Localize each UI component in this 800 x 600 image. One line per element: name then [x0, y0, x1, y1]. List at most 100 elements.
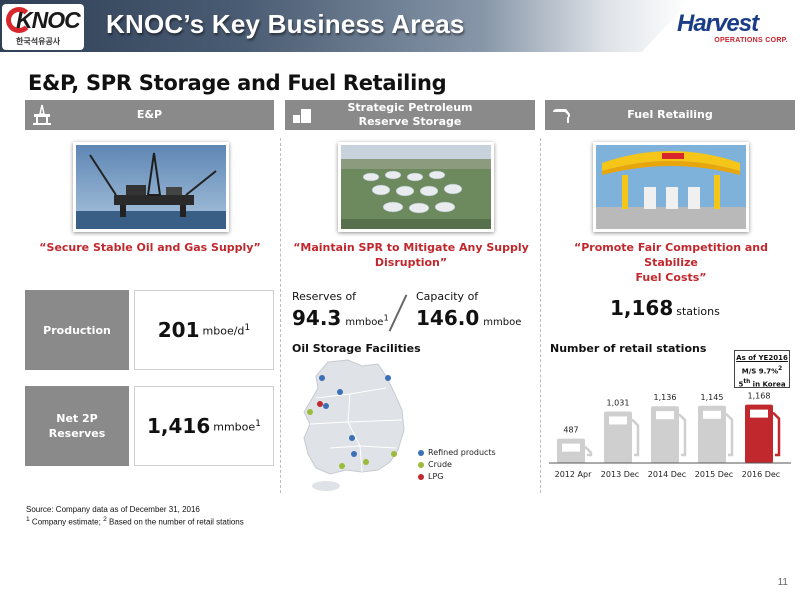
spr-capacity-label: Capacity of: [416, 290, 479, 303]
spr-reserves-unit-text: mmboe: [345, 317, 384, 328]
banner-spr: Strategic Petroleum Reserve Storage: [285, 100, 535, 130]
legend-dot-crude: [418, 461, 424, 468]
site-refined: [385, 375, 391, 381]
chart-category-label: 2015 Dec: [695, 470, 733, 479]
banner-fuel-label: Fuel Retailing: [627, 108, 713, 121]
chart-bar-pump-hose: [631, 418, 640, 457]
chart-value-label: 1,168: [748, 392, 771, 401]
ep-quote: “Secure Stable Oil and Gas Supply”: [39, 241, 261, 254]
reserves-footnote-mark: 1: [255, 418, 261, 430]
spr-quote-line2: Disruption”: [374, 256, 448, 269]
retail-stations-chart: 487 2012 Apr 1,031 2013 Dec 1,136 2014 Dec 1,1…: [549, 392, 791, 479]
chart-bar-pump-hose: [772, 411, 781, 457]
chart-value-label: 1,136: [654, 393, 677, 402]
reserves-value: 1,416: [146, 414, 211, 438]
chart-category-label: 2014 Dec: [648, 470, 686, 479]
footnote-source: Source: Company data as of December 31, …: [26, 505, 200, 514]
legend-lpg-label: LPG: [428, 472, 444, 481]
ms-as-of: As of YE2016: [736, 354, 788, 362]
page-title: KNOC’s Key Business Areas: [106, 9, 465, 39]
legend-refined: Refined products: [418, 448, 496, 457]
column-divider: [280, 138, 281, 493]
column-divider: [540, 138, 541, 493]
spr-reserves-value: 94.3: [292, 306, 342, 330]
ms-share: M/S 9.7%2: [735, 364, 789, 377]
legend-lpg: LPG: [418, 472, 443, 481]
footnote-2-text: Based on the number of retail stations: [106, 517, 244, 527]
reserves-label-line1: Net 2P: [56, 412, 98, 425]
legend-refined-label: Refined products: [428, 448, 496, 457]
reserves-unit: mmboe1: [213, 418, 261, 434]
banner-ep: E&P: [25, 100, 274, 130]
retail-stations-chart-title: Number of retail stations: [550, 342, 707, 355]
knoc-logo-text: KNOC: [16, 7, 81, 33]
chart-bar-pump-hose: [725, 412, 734, 457]
chart-value-label: 487: [563, 426, 578, 435]
spr-quote: “Maintain SPR to Mitigate Any Supply Dis…: [286, 240, 536, 270]
chart-value-label: 1,145: [701, 393, 724, 402]
spr-reserves-value-group: 94.3 mmboe1: [292, 306, 389, 330]
chart-value-label: 1,031: [607, 398, 630, 407]
site-crude: [307, 409, 313, 415]
spr-divider-slash: [388, 294, 408, 332]
page-number: 11: [777, 577, 788, 588]
site-refined: [319, 375, 325, 381]
production-label: Production: [43, 323, 111, 337]
legend-dot-refined: [418, 449, 424, 456]
production-footnote-mark: 1: [244, 322, 251, 334]
banner-ep-label: E&P: [136, 108, 163, 121]
legend-dot-lpg: [418, 473, 424, 480]
ms-share-footnote-mark: 2: [778, 366, 783, 372]
chart-bar-pump-window: [562, 443, 580, 452]
chart-category-label: 2016 Dec: [742, 470, 780, 479]
chart-category-label: 2012 Apr: [555, 470, 592, 479]
spr-reserves-footnote-mark: 1: [383, 312, 389, 323]
oil-rig-icon: [33, 104, 51, 125]
banner-fuel: Fuel Retailing: [545, 100, 795, 130]
chart-bar-pump-window: [609, 416, 627, 425]
production-value: 201: [157, 318, 200, 342]
banner-spr-line1: Strategic Petroleum: [347, 101, 473, 114]
section-title: E&P, SPR Storage and Fuel Retailing: [28, 71, 447, 95]
fuel-nozzle-icon: [553, 109, 570, 123]
site-refined: [351, 451, 357, 457]
knoc-logo: KNOC 한국석유공사: [2, 4, 84, 50]
korea-map: [303, 359, 405, 491]
legend-crude-label: Crude: [428, 460, 452, 469]
chart-bar-pump-window: [750, 409, 768, 418]
site-refined: [337, 389, 343, 395]
site-lpg: [317, 401, 323, 407]
site-crude: [363, 459, 369, 465]
harvest-logo: Harvest OPERATIONS CORP.: [677, 10, 792, 44]
stations-count: 1,168: [610, 296, 674, 320]
storage-tank-icon: [293, 109, 311, 123]
banner-spr-line2: Reserve Storage: [358, 115, 462, 128]
reserves-value-box: 1,416 mmboe1: [134, 386, 274, 466]
site-refined: [349, 435, 355, 441]
chart-bar-pump-window: [703, 410, 721, 419]
fuel-quote: “Promote Fair Competition and Stabilize …: [546, 240, 796, 285]
production-unit-text: mboe/d: [202, 324, 245, 338]
harvest-logo-text: Harvest: [677, 10, 759, 37]
stations-unit: stations: [676, 305, 720, 318]
site-crude: [391, 451, 397, 457]
chart-bar-pump-hose: [678, 413, 687, 457]
site-crude: [339, 463, 345, 469]
production-unit: mboe/d1: [203, 322, 251, 338]
jeju-island-shape: [312, 481, 340, 491]
site-refined: [323, 403, 329, 409]
chart-bar-pump-window: [656, 411, 674, 420]
spr-capacity-value-group: 146.0 mmboe: [416, 306, 521, 330]
chart-bar-pump-hose: [584, 445, 593, 457]
spr-storage-photo: [338, 142, 494, 232]
stations-count-group: 1,168 stations: [610, 296, 720, 320]
footnote-1-text: Company estimate;: [29, 517, 104, 527]
harvest-logo-sub: OPERATIONS CORP.: [714, 37, 788, 44]
offshore-rig-photo: [73, 142, 229, 232]
spr-quote-line1: “Maintain SPR to Mitigate Any Supply: [293, 241, 529, 254]
footnote-notes: 1 Company estimate; 2 Based on the numbe…: [26, 516, 244, 527]
reserves-unit-text: mmboe: [213, 420, 256, 434]
chart-category-label: 2013 Dec: [601, 470, 639, 479]
knoc-logo-sub: 한국석유공사: [16, 37, 61, 46]
spr-reserves-unit: mmboe1: [345, 313, 388, 328]
